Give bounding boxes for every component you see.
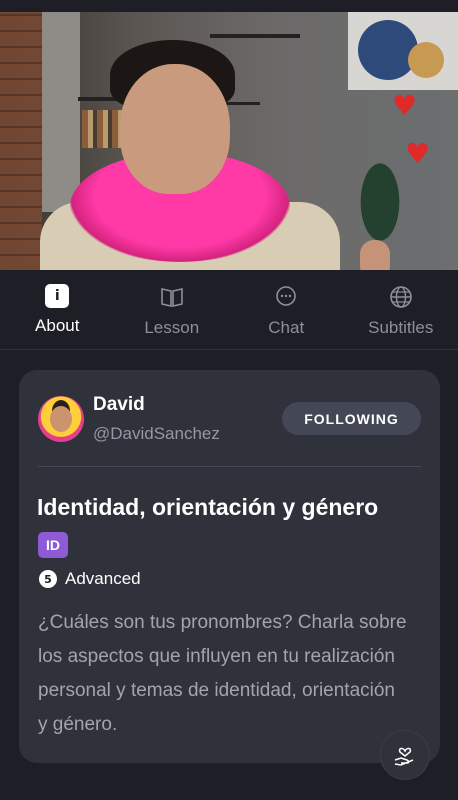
books [82, 110, 122, 148]
level-indicator: 5 Advanced [39, 569, 141, 589]
heart-icon: ♥ [392, 89, 418, 122]
chat-bubble-icon [273, 284, 299, 310]
tab-subtitles[interactable]: Subtitles [344, 270, 458, 349]
tab-label: About [35, 316, 80, 335]
following-button[interactable]: FOLLOWING [282, 402, 421, 435]
author-name[interactable]: David [93, 394, 145, 416]
tab-chat[interactable]: Chat [229, 270, 344, 349]
globe-icon [388, 284, 414, 310]
brick-wall [0, 12, 42, 270]
tab-lesson[interactable]: Lesson [115, 270, 230, 349]
shelf [210, 34, 300, 38]
heart-hand-icon [394, 747, 414, 766]
tab-label: Chat [268, 318, 305, 337]
tab-bar: i About Lesson Chat Subtitles [0, 270, 458, 350]
wall-art [348, 12, 458, 90]
book-icon [159, 284, 185, 310]
about-card: David @DavidSanchez FOLLOWING Identidad,… [19, 370, 440, 763]
level-number-icon: 5 [39, 570, 57, 588]
lesson-title: Identidad, orientación y género [37, 494, 379, 520]
video-player[interactable]: ♥ ♥ [0, 12, 458, 270]
window [42, 12, 80, 212]
heart-icon: ♥ [405, 137, 431, 170]
divider [38, 466, 421, 467]
avatar[interactable] [38, 396, 84, 442]
level-label: Advanced [65, 569, 141, 588]
shelf [225, 102, 260, 105]
top-bar [0, 0, 458, 12]
info-icon: i [45, 284, 70, 308]
id-badge-icon: ID [38, 532, 68, 558]
tab-label: Subtitles [368, 318, 434, 337]
author-handle[interactable]: @DavidSanchez [93, 424, 220, 444]
tab-label: Lesson [144, 318, 200, 337]
person-hand [360, 240, 390, 270]
tab-about[interactable]: i About [0, 270, 115, 349]
person-head [120, 64, 230, 194]
donate-heart-hand-button[interactable] [380, 730, 430, 780]
lesson-description: ¿Cuáles son tus pronombres? Charla sobre… [38, 612, 407, 735]
